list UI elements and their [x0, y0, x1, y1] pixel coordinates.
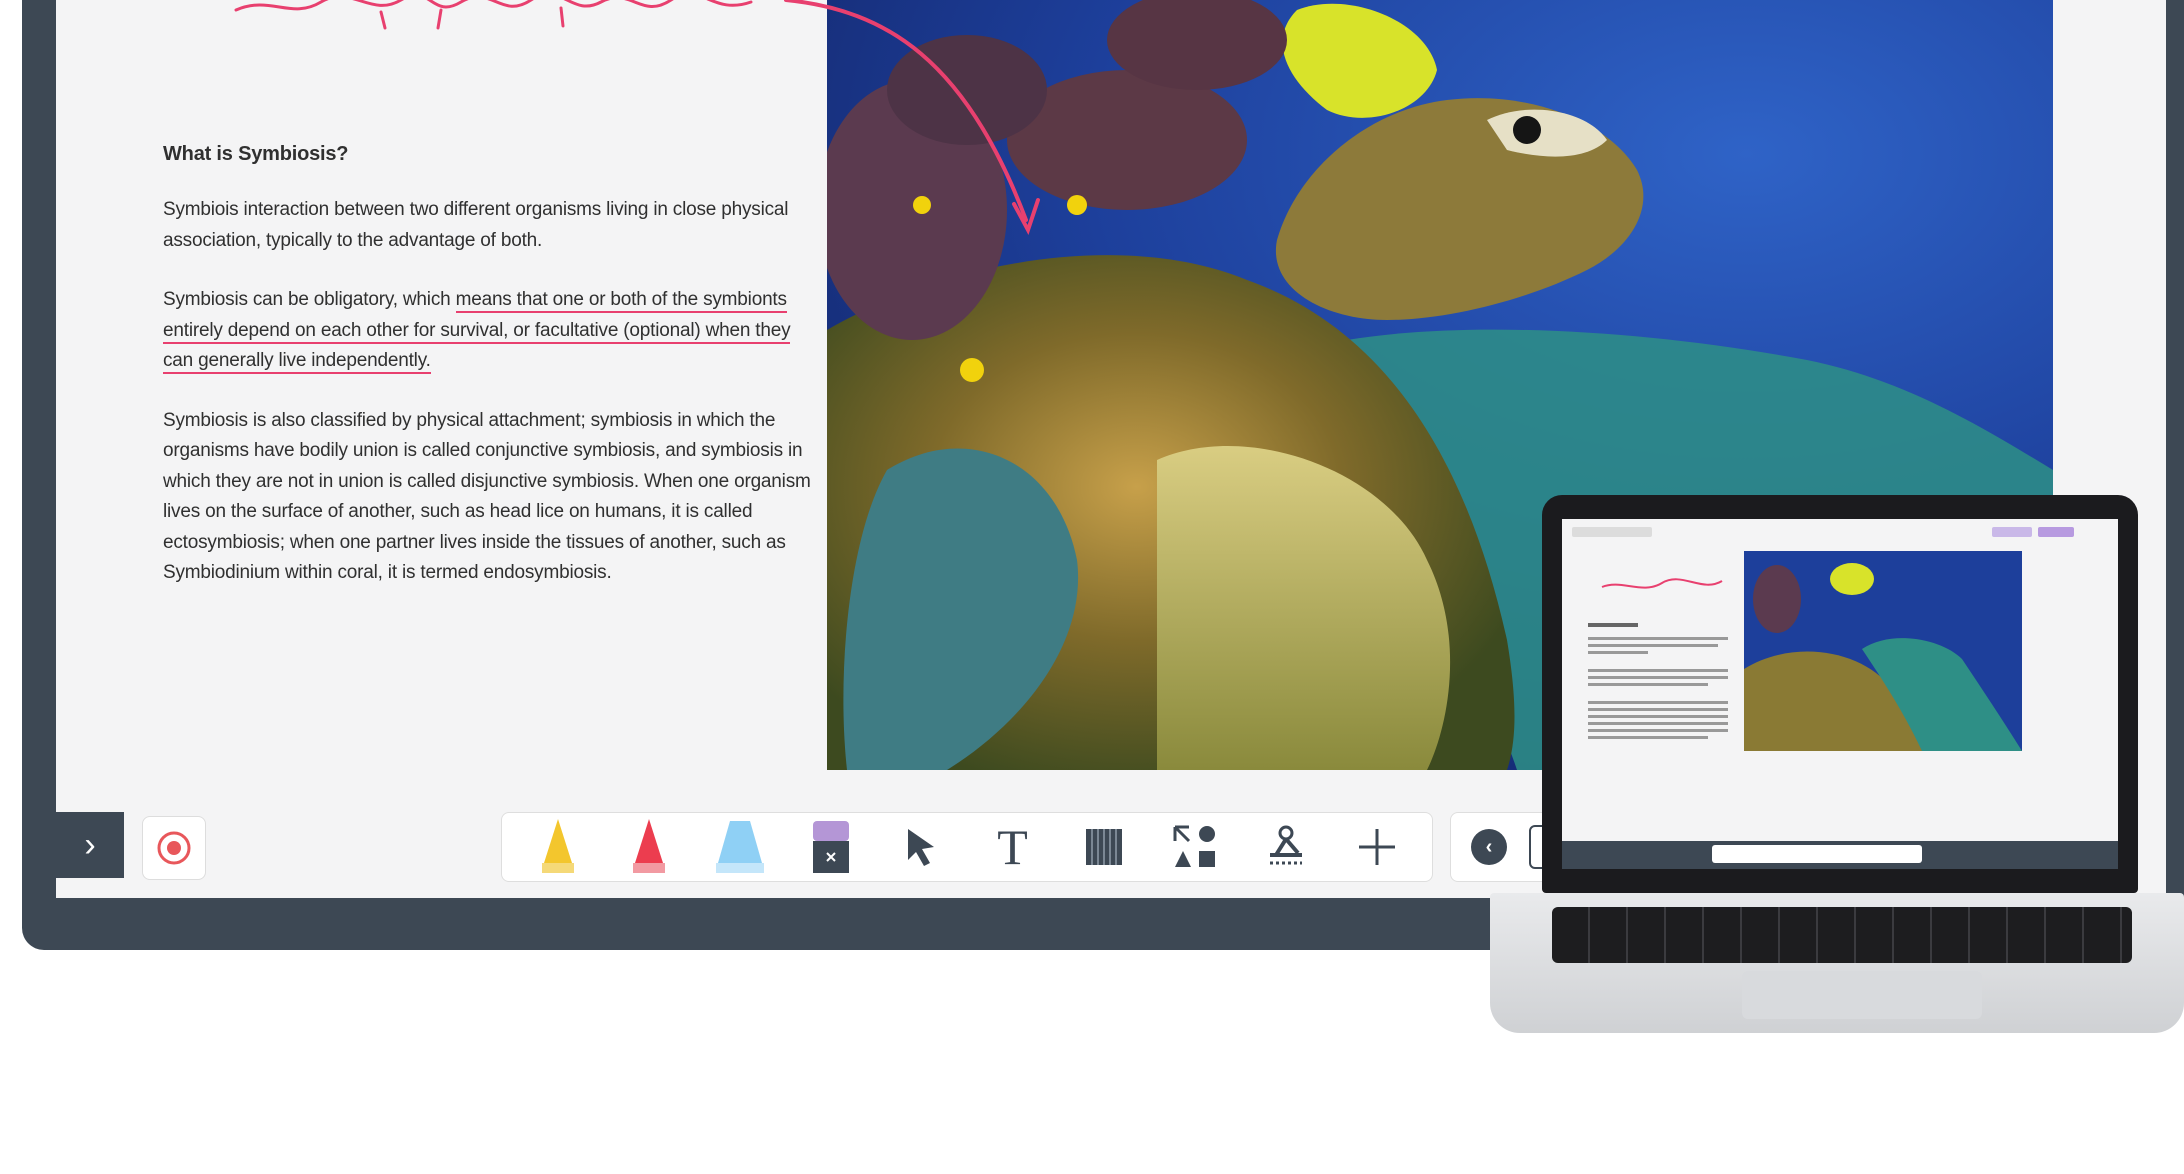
- red-marker-tool[interactable]: [617, 815, 681, 879]
- background-tool[interactable]: [1072, 815, 1136, 879]
- select-tool[interactable]: [890, 815, 954, 879]
- eraser-tool[interactable]: [799, 815, 863, 879]
- annotation-arrow: [784, 0, 1040, 236]
- expand-menu-button[interactable]: ›: [56, 812, 124, 878]
- blue-highlighter-tool[interactable]: [708, 815, 772, 879]
- record-icon: [157, 831, 191, 865]
- tools-icon: [1269, 825, 1302, 865]
- paragraph-obligatory: Symbiosis can be obligatory, which means…: [163, 285, 813, 377]
- drawing-toolbar: T: [501, 812, 1433, 882]
- red-marker-icon: [632, 819, 665, 873]
- shapes-tool[interactable]: [1163, 815, 1227, 879]
- record-button[interactable]: [142, 816, 206, 880]
- yellow-marker-icon: [541, 819, 574, 873]
- add-tool[interactable]: [1345, 815, 1409, 879]
- text-tool[interactable]: T: [981, 815, 1045, 879]
- paragraph-definition: Symbiois interaction between two differe…: [163, 199, 789, 251]
- yellow-marker-tool[interactable]: [526, 815, 590, 879]
- handwritten-title-scribble: [234, 0, 753, 30]
- laptop-screen-mirror: [1562, 519, 2118, 869]
- shapes-icon: [1173, 825, 1215, 867]
- lesson-text: What is Symbiosis? Symbiois interaction …: [163, 142, 813, 618]
- section-heading: What is Symbiosis?: [163, 143, 349, 165]
- add-icon: [1358, 829, 1395, 865]
- laptop-keyboard: [1552, 907, 2132, 963]
- eraser-icon: [812, 821, 849, 873]
- laptop-base: [1490, 893, 2184, 1033]
- select-pointer-icon: [907, 829, 934, 866]
- laptop-trackpad: [1742, 971, 1982, 1019]
- laptop-lid: [1542, 495, 2138, 893]
- laptop-mirror-device: [1480, 495, 2184, 1055]
- background-pattern-icon: [1085, 829, 1122, 865]
- paragraph-obligatory-start: Symbiosis can be obligatory, which: [163, 289, 456, 310]
- text-tool-icon: T: [997, 819, 1028, 875]
- tools-tool[interactable]: [1254, 815, 1318, 879]
- blue-highlighter-icon: [715, 821, 764, 873]
- chevron-right-icon: ›: [84, 825, 96, 864]
- paragraph-classification: Symbiosis is also classified by physical…: [163, 409, 811, 584]
